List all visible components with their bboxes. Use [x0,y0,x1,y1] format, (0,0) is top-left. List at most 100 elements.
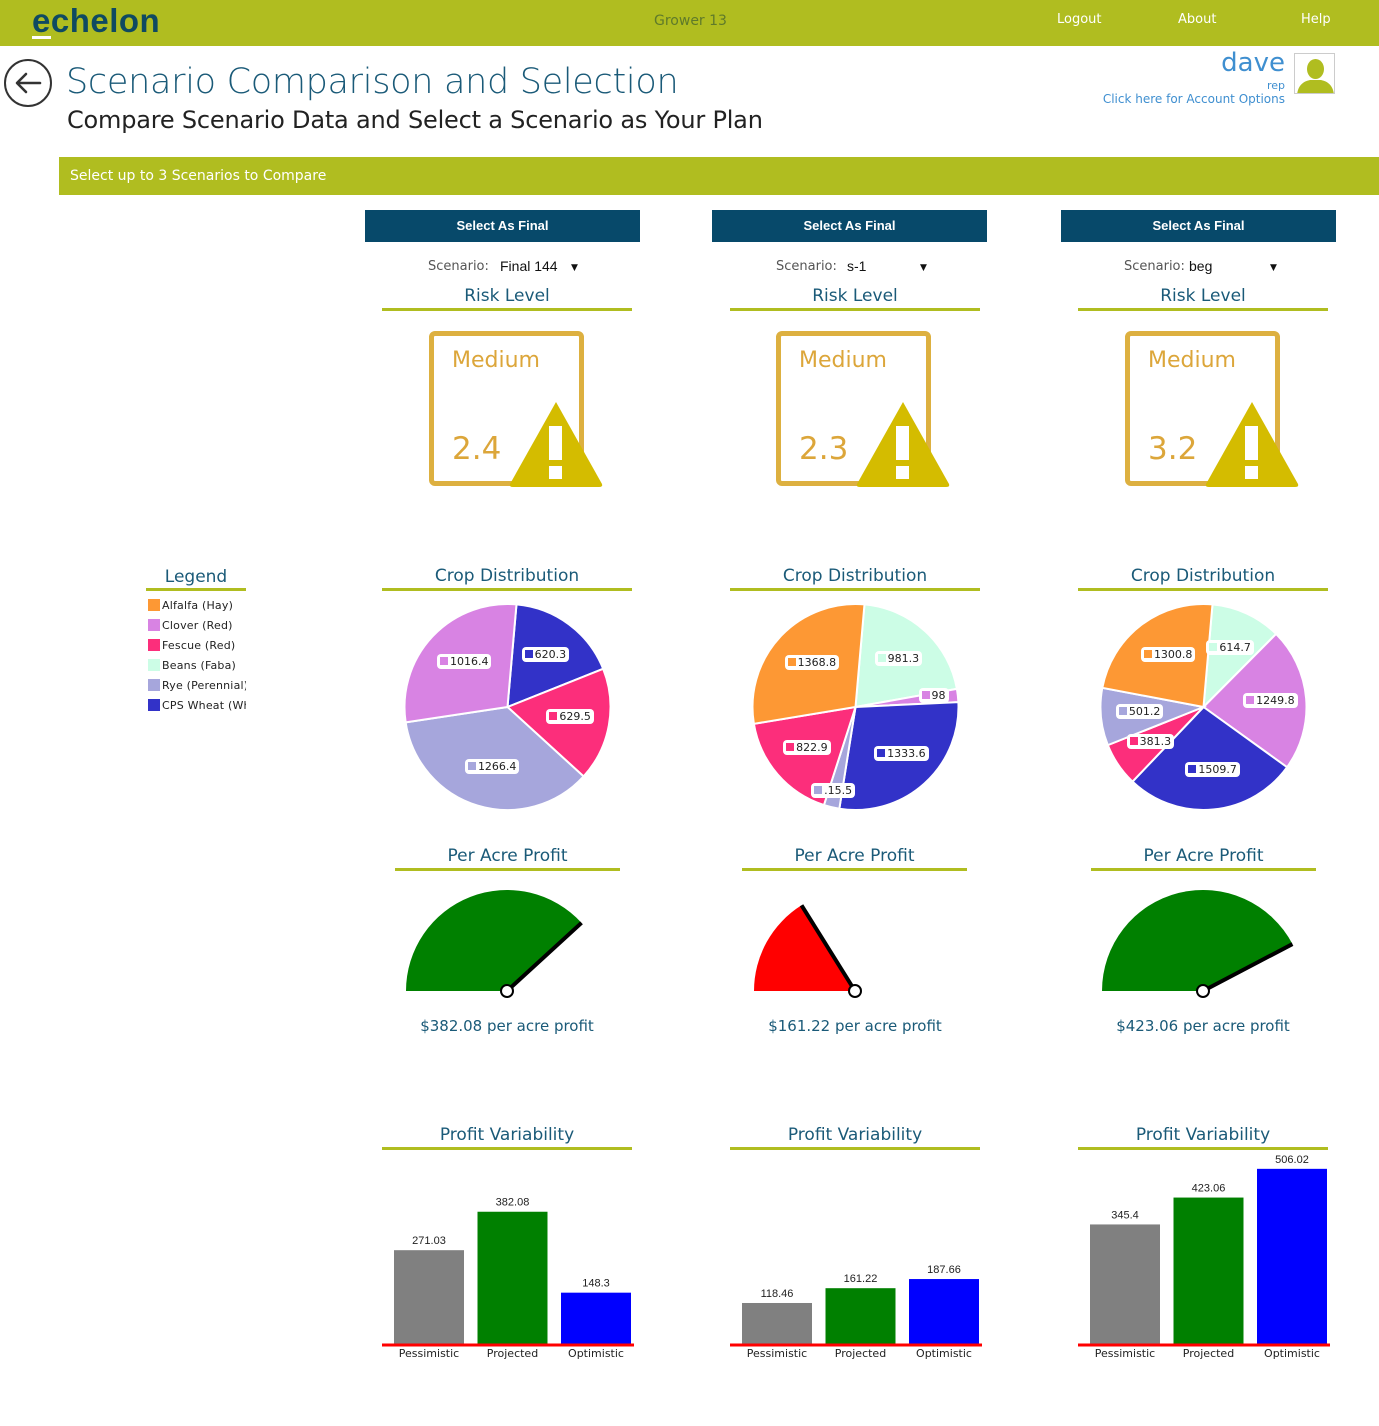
top-bar: echelon Grower 13 Logout About Help [0,0,1379,46]
pie-label-swatch [1143,650,1152,659]
scenario-label: Scenario: [776,259,837,274]
bar-value-label: 423.06 [1192,1183,1226,1195]
user-name: dave [1221,48,1285,78]
profit-value: $161.22 [768,1017,831,1035]
legend-swatch [148,659,160,671]
pie-label-value: 629.5 [559,710,591,724]
warning-icon [856,402,950,487]
pie-label-swatch [787,657,796,666]
legend-item: Rye (Perennial) [148,679,246,693]
user-role: rep [1266,79,1285,92]
echelon-logo[interactable]: echelon [32,2,160,40]
back-button[interactable] [4,59,52,107]
page-subtitle: Compare Scenario Data and Select a Scena… [67,106,763,134]
profit-suffix: per acre profit [1178,1017,1290,1035]
legend-swatch [148,619,160,631]
about-link[interactable]: About [1178,12,1216,27]
profit-gauge [404,880,619,1005]
legend-item: Clover (Red) [148,619,246,633]
legend-item: CPS Wheat (Wh [148,699,246,713]
legend-label: CPS Wheat (Wh [162,699,246,712]
per-acre-profit-caption: $382.08 per acre profit [382,1017,632,1035]
pie-data-label: 981.3 [874,650,923,666]
chevron-down-icon[interactable]: ▼ [571,263,578,273]
pie-data-label: 614.7 [1206,640,1254,656]
avatar[interactable] [1294,53,1335,94]
per-acre-profit-caption: $161.22 per acre profit [730,1017,980,1035]
crop-pie-chart: 620.3 629.5 1266.4 1016.4 [400,600,615,815]
legend-label: Clover (Red) [162,619,233,632]
profit-variability-chart: 271.03 Pessimistic 382.08 Projected 148.3 Opt… [382,1150,634,1365]
scenario-dropdown[interactable]: Final 144 [500,258,558,274]
scenario-label: Scenario: [428,259,489,274]
gauge-svg [1102,890,1294,998]
risk-level-text: Medium [1148,348,1236,373]
warning-icon [1205,402,1299,487]
pie-label-swatch [877,748,886,757]
pie-label-value: 614.7 [1219,641,1251,655]
crop-pie-chart: 614.7 1249.8 1509.7 381.3 501.2 1300.8 [1096,600,1311,815]
bar-svg: 345.4 Pessimistic 423.06 Projected 506.02 Opt… [1078,1154,1330,1360]
legend-swatch [148,699,160,711]
crop-pie-chart: 981.3 98 1333.6 .15.5 822.9 1368.8 [748,600,963,815]
gauge-pivot [1196,984,1210,998]
pie-data-label: 381.3 [1126,733,1175,749]
warning-icon [509,402,603,487]
pie-label-value: .15.5 [824,784,853,798]
select-as-final-button[interactable]: Select As Final [1061,210,1336,242]
bar-category-label: Pessimistic [747,1347,807,1360]
pie-label-swatch [1209,643,1218,652]
crop-distribution-title: Crop Distribution [730,566,980,591]
gauge-pivot [500,984,514,998]
pie-label-swatch [814,786,823,795]
pie-data-label: 98 [918,688,949,704]
help-link[interactable]: Help [1301,12,1331,27]
profit-variability-title: Profit Variability [730,1125,980,1150]
gauge-svg [406,890,583,998]
bar-svg: 271.03 Pessimistic 382.08 Projected 148.3 Opt… [382,1197,634,1360]
select-as-final-button[interactable]: Select As Final [712,210,987,242]
account-options-link[interactable]: Click here for Account Options [1103,92,1285,106]
legend-item: Alfalfa (Hay) [148,599,246,613]
select-as-final-button[interactable]: Select As Final [365,210,640,242]
pie-data-label: 1016.4 [436,654,492,670]
crop-distribution-title: Crop Distribution [1078,566,1328,591]
pie-svg [403,603,612,811]
pie-data-label: 620.3 [521,646,570,662]
pie-label-value: 1368.8 [797,655,837,669]
pie-data-label: 501.2 [1115,704,1164,720]
logo-text: chelon [50,2,161,39]
pie-data-label: 1333.6 [874,745,929,761]
pie-label-swatch [1188,764,1197,773]
legend-swatch [148,639,160,651]
pie-data-label: 1368.8 [784,654,840,670]
pie-label-swatch [467,762,476,771]
pie-data-label: 1266.4 [464,759,520,775]
risk-level-text: Medium [799,348,887,373]
risk-score: 3.2 [1148,431,1198,467]
bar-pessimistic [1090,1224,1160,1344]
legend-label: Alfalfa (Hay) [162,599,234,612]
pie-label-swatch [1246,695,1255,704]
pie-label-value: 501.2 [1128,705,1161,719]
pie-data-label: .15.5 [811,783,856,799]
bar-value-label: 161.22 [844,1273,878,1285]
scenario-dropdown[interactable]: beg [1189,258,1212,274]
bar-category-label: Pessimistic [399,1347,459,1360]
bar-value-label: 382.08 [496,1197,530,1209]
pie-label-value: 381.3 [1139,734,1172,748]
logout-link[interactable]: Logout [1057,12,1102,27]
risk-level-title: Risk Level [730,286,980,311]
pie-label-swatch [439,657,448,666]
gauge-fill [1102,890,1293,991]
bar-value-label: 271.03 [412,1235,446,1247]
legend-label: Rye (Perennial) [162,679,246,692]
pie-data-label: 822.9 [783,739,831,755]
chevron-down-icon[interactable]: ▼ [1270,263,1277,273]
pie-label-value: 1266.4 [477,760,517,774]
legend-label: Fescue (Red) [162,639,236,652]
risk-card: Medium 2.4 [429,331,603,487]
bar-category-label: Projected [487,1347,538,1360]
chevron-down-icon[interactable]: ▼ [920,263,927,273]
scenario-dropdown[interactable]: s-1 [847,258,866,274]
